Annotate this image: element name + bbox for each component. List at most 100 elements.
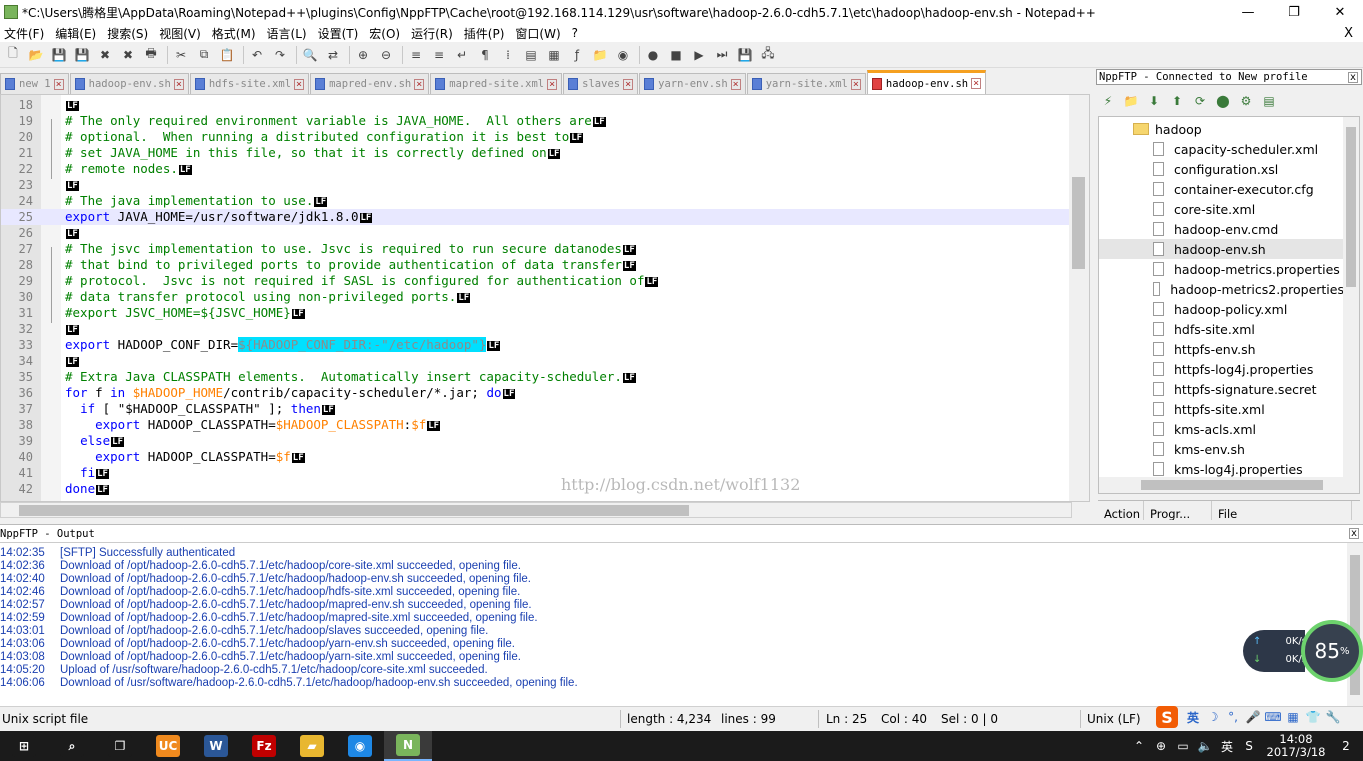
tree-file[interactable]: capacity-scheduler.xml — [1099, 139, 1344, 159]
tree-file[interactable]: configuration.xsl — [1099, 159, 1344, 179]
nppftp-file-tree[interactable]: hadoop capacity-scheduler.xml configuratio… — [1098, 116, 1360, 494]
scroll-thumb[interactable] — [1072, 177, 1085, 269]
queue-column-header[interactable]: File — [1212, 501, 1352, 520]
taskbar-search-button[interactable]: ⌕ — [48, 731, 96, 761]
clock[interactable]: 14:08 2017/3/18 — [1261, 733, 1331, 759]
taskbar-word-button[interactable]: W — [192, 731, 240, 761]
tree-file[interactable]: kms-log4j.properties — [1099, 459, 1344, 479]
nppftp-icon[interactable]: 🖧 — [758, 45, 778, 65]
find-icon[interactable]: 🔍 — [300, 45, 320, 65]
undo-icon[interactable]: ↶ — [247, 45, 267, 65]
shirt-icon[interactable]: 👕 — [1304, 708, 1322, 726]
copy-icon[interactable]: ⧉ — [194, 45, 214, 65]
menu-item-11[interactable]: ? — [568, 26, 585, 40]
run-macro-multiple-icon[interactable]: ⏭ — [712, 45, 732, 65]
tree-folder[interactable]: hadoop — [1099, 119, 1344, 139]
sogou-tray-icon[interactable]: S — [1239, 739, 1259, 753]
tree-file[interactable]: httpfs-env.sh — [1099, 339, 1344, 359]
tree-file[interactable]: container-executor.cfg — [1099, 179, 1344, 199]
tab-close-icon[interactable]: × — [414, 78, 425, 90]
taskbar-notepadpp-button[interactable]: N — [384, 731, 432, 761]
taskbar-file-explorer-button[interactable]: ▰ — [288, 731, 336, 761]
save-all-icon[interactable]: 💾 — [72, 45, 92, 65]
taskbar-start-button[interactable]: ⊞ — [0, 731, 48, 761]
tree-file[interactable]: httpfs-signature.secret — [1099, 379, 1344, 399]
menu-item-4[interactable]: 格式(M) — [208, 25, 263, 42]
tree-vertical-scrollbar[interactable] — [1343, 117, 1359, 477]
menu-item-10[interactable]: 窗口(W) — [511, 25, 567, 42]
battery-icon[interactable]: ▭ — [1173, 739, 1193, 753]
queue-column-header[interactable]: Progr... — [1144, 501, 1212, 520]
upload-icon[interactable]: ⬆ — [1167, 91, 1187, 111]
sync-horizontal-icon[interactable]: ≡ — [429, 45, 449, 65]
function-list-icon[interactable]: ƒ — [567, 45, 587, 65]
keyboard-icon[interactable]: ⌨ — [1264, 708, 1282, 726]
network-speed-widget[interactable]: ↑ 0K/s ↓ 0K/s — [1243, 630, 1307, 672]
menu-item-5[interactable]: 语言(L) — [263, 25, 314, 42]
new-file-icon[interactable]: 🗋 — [3, 45, 23, 65]
tab-7[interactable]: yarn-site.xml × — [746, 73, 866, 94]
tab-close-icon[interactable]: × — [730, 78, 741, 90]
menu-item-1[interactable]: 编辑(E) — [51, 25, 103, 42]
close-icon[interactable]: ✖ — [95, 45, 115, 65]
tab-close-icon[interactable]: × — [294, 78, 305, 90]
monitoring-icon[interactable]: ◉ — [613, 45, 633, 65]
connect-icon[interactable]: ⚡ — [1098, 91, 1118, 111]
tab-5[interactable]: slaves × — [563, 73, 639, 94]
scroll-thumb[interactable] — [1346, 127, 1356, 287]
indent-guide-icon[interactable]: ⁞ — [498, 45, 518, 65]
ime-mode-icon[interactable]: 英 — [1217, 738, 1237, 755]
network-status-icon[interactable]: ⊕ — [1151, 739, 1171, 753]
record-macro-icon[interactable]: ● — [643, 45, 663, 65]
zoom-in-icon[interactable]: ⊕ — [353, 45, 373, 65]
menu-item-9[interactable]: 插件(P) — [460, 25, 512, 42]
editor-pane[interactable]: 18 LF 19 # The only required environment va… — [0, 94, 1090, 502]
tab-close-icon[interactable]: × — [623, 78, 634, 90]
replace-icon[interactable]: ⇄ — [323, 45, 343, 65]
cut-icon[interactable]: ✂ — [171, 45, 191, 65]
open-dir-icon[interactable]: 📁 — [1121, 91, 1141, 111]
close-window-button[interactable]: ✕ — [1317, 0, 1363, 24]
tree-file[interactable]: hadoop-policy.xml — [1099, 299, 1344, 319]
tree-horizontal-scrollbar[interactable] — [1099, 477, 1359, 493]
maximize-button[interactable]: ❐ — [1271, 0, 1317, 24]
tab-8[interactable]: hadoop-env.sh × — [866, 70, 987, 94]
tab-close-icon[interactable]: × — [173, 78, 184, 90]
wrench-icon[interactable]: 🔧 — [1324, 708, 1342, 726]
volume-icon[interactable]: 🔈 — [1195, 739, 1215, 753]
zoom-out-icon[interactable]: ⊖ — [376, 45, 396, 65]
taskbar-filezilla-button[interactable]: Fz — [240, 731, 288, 761]
tab-6[interactable]: yarn-env.sh × — [639, 73, 746, 94]
sogou-logo-icon[interactable]: S — [1156, 706, 1178, 728]
menu-item-6[interactable]: 设置(T) — [314, 25, 366, 42]
udl-icon[interactable]: ▤ — [521, 45, 541, 65]
tree-file[interactable]: hadoop-metrics.properties — [1099, 259, 1344, 279]
stop-macro-icon[interactable]: ■ — [666, 45, 686, 65]
output-close-button[interactable]: x — [1348, 528, 1359, 539]
show-all-chars-icon[interactable]: ¶ — [475, 45, 495, 65]
menu-item-7[interactable]: 宏(O) — [365, 25, 407, 42]
tab-close-icon[interactable]: × — [547, 78, 558, 90]
tree-file[interactable]: hadoop-env.sh — [1099, 239, 1344, 259]
message-window-icon[interactable]: ▤ — [1259, 91, 1279, 111]
word-wrap-icon[interactable]: ↵ — [452, 45, 472, 65]
menu-item-3[interactable]: 视图(V) — [155, 25, 208, 42]
tab-1[interactable]: hadoop-env.sh × — [69, 73, 189, 94]
close-all-icon[interactable]: ✖ — [118, 45, 138, 65]
nppftp-close-button[interactable]: x — [1347, 72, 1358, 83]
editor-vertical-scrollbar[interactable] — [1069, 95, 1089, 501]
menu-item-2[interactable]: 搜索(S) — [103, 25, 155, 42]
skin-icon[interactable]: ▦ — [1284, 708, 1302, 726]
redo-icon[interactable]: ↷ — [270, 45, 290, 65]
doc-map-icon[interactable]: ▦ — [544, 45, 564, 65]
abort-icon[interactable]: ⬤ — [1213, 91, 1233, 111]
scroll-thumb[interactable] — [19, 505, 689, 516]
taskbar-qq-browser-button[interactable]: ◉ — [336, 731, 384, 761]
taskbar-task-view-button[interactable]: ❐ — [96, 731, 144, 761]
memory-usage-gauge[interactable]: 85% — [1301, 620, 1363, 682]
tab-close-icon[interactable]: × — [850, 78, 861, 90]
menu-item-0[interactable]: 文件(F) — [0, 25, 51, 42]
refresh-icon[interactable]: ⟳ — [1190, 91, 1210, 111]
editor-horizontal-scrollbar[interactable] — [0, 502, 1072, 518]
paste-icon[interactable]: 📋 — [217, 45, 237, 65]
